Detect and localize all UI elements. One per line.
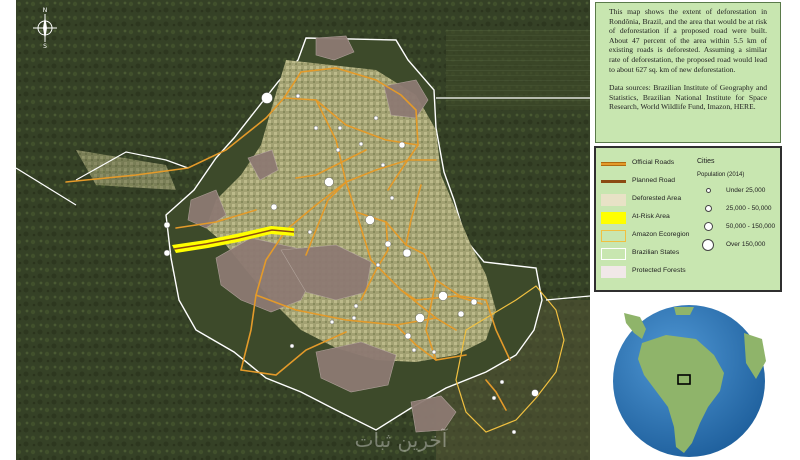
legend-swatch-protected-forests <box>601 266 626 278</box>
city-marker <box>163 249 171 257</box>
city-class-label: Under 25,000 <box>726 187 766 194</box>
legend-swatch-planned-road <box>601 180 626 183</box>
city-class-label: Over 150,000 <box>726 241 766 248</box>
legend-swatch-at-risk-area <box>601 212 626 224</box>
city-marker <box>470 298 478 306</box>
city-marker <box>402 248 412 258</box>
city-marker <box>491 395 497 401</box>
legend-swatch-brazilian-states <box>601 248 626 260</box>
legend-swatch-amazon-ecoregion <box>601 230 626 242</box>
city-class-label: 25,000 - 50,000 <box>726 205 772 212</box>
city-marker <box>261 92 273 104</box>
legend-label: Deforested Area <box>632 195 682 202</box>
city-marker <box>335 147 341 153</box>
city-marker <box>270 203 278 211</box>
legend-label: Brazilian States <box>632 249 680 256</box>
compass-north: N <box>43 7 48 14</box>
city-marker <box>389 195 395 201</box>
city-marker <box>438 291 448 301</box>
cities-legend-title: Cities <box>697 158 715 165</box>
city-symbol <box>706 188 711 193</box>
city-class-label: 50,000 - 150,000 <box>726 223 776 230</box>
city-marker <box>431 349 437 355</box>
compass-south: S <box>43 43 47 48</box>
city-symbol <box>705 205 712 212</box>
city-symbol <box>702 239 714 251</box>
legend-swatch-official-roads <box>601 162 626 166</box>
city-marker <box>295 93 301 99</box>
city-marker <box>351 315 357 321</box>
city-marker <box>324 177 334 187</box>
legend-label: Official Roads <box>632 159 675 166</box>
city-marker <box>289 343 295 349</box>
city-marker <box>353 303 359 309</box>
city-marker <box>375 262 381 268</box>
city-marker <box>404 332 412 340</box>
city-marker <box>307 229 313 235</box>
city-marker <box>163 221 171 229</box>
legend-swatch-deforested-area <box>601 194 626 206</box>
city-marker <box>531 389 539 397</box>
city-marker <box>373 115 379 121</box>
cities-legend-subtitle: Population (2014) <box>697 172 745 178</box>
city-marker <box>411 347 417 353</box>
city-marker <box>365 215 375 225</box>
city-marker <box>415 313 425 323</box>
city-marker <box>511 429 517 435</box>
city-marker <box>457 310 465 318</box>
legend-label: Planned Road <box>632 177 676 184</box>
locator-globe <box>613 305 766 457</box>
city-marker <box>337 125 343 131</box>
city-marker <box>358 141 364 147</box>
compass-rose-icon: N S W E <box>33 7 57 48</box>
map-legend: Official Roads Planned Road Deforested A… <box>594 146 782 292</box>
legend-label: At-Risk Area <box>632 213 670 220</box>
legend-label: Amazon Ecoregion <box>632 231 690 238</box>
city-marker <box>384 240 392 248</box>
legend-label: Protected Forests <box>632 267 686 274</box>
data-sources-paragraph: Data sources: Brazilian Institute of Geo… <box>609 83 767 112</box>
watermark: آخرین ثبات <box>355 427 449 452</box>
city-symbol <box>704 222 713 231</box>
city-marker <box>380 162 386 168</box>
city-marker <box>499 379 505 385</box>
city-marker <box>398 141 406 149</box>
city-marker <box>329 319 335 325</box>
map-description-panel: This map shows the extent of deforestati… <box>595 2 781 143</box>
description-paragraph: This map shows the extent of deforestati… <box>609 7 767 74</box>
deforestation-map: آخرین ثبات <box>16 0 590 460</box>
city-marker <box>313 125 319 131</box>
